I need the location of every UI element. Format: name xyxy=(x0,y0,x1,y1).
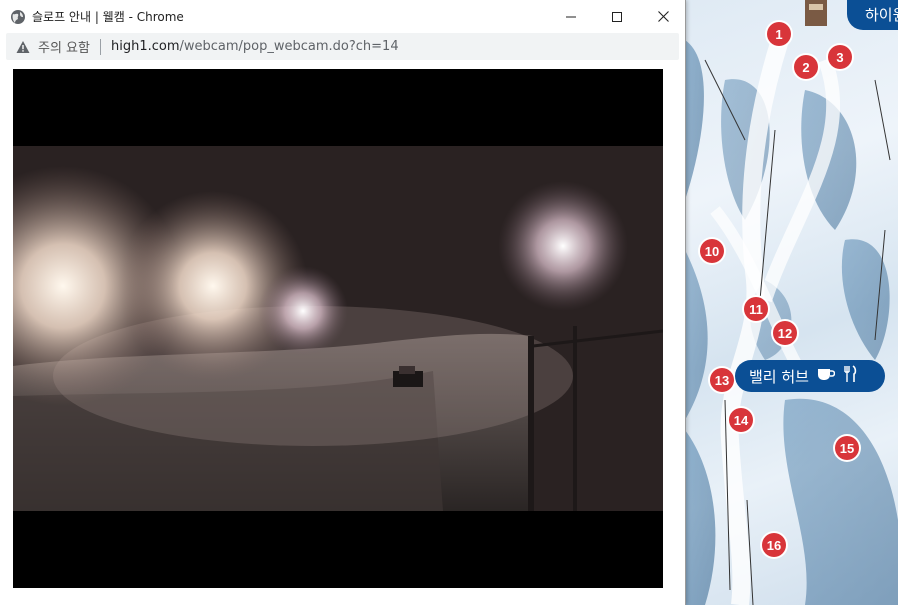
slope-pin-3[interactable]: 3 xyxy=(828,45,852,69)
security-status-label[interactable]: 주의 요함 xyxy=(38,37,90,56)
slope-pin-2[interactable]: 2 xyxy=(794,55,818,79)
webcam-snapshot-image xyxy=(13,146,663,511)
title-bar[interactable]: 슬로프 안내 | 웰캠 - Chrome xyxy=(0,0,685,33)
close-button[interactable] xyxy=(640,0,686,33)
slope-pin-14[interactable]: 14 xyxy=(729,408,753,432)
close-icon xyxy=(657,11,669,22)
slope-map: 1 2 3 10 11 12 13 14 15 16 xyxy=(685,0,898,605)
popup-window: 슬로프 안내 | 웰캠 - Chrome 주의 요함 high1.com/web… xyxy=(0,0,686,605)
slope-pin-15[interactable]: 15 xyxy=(835,436,859,460)
coffee-cup-icon xyxy=(817,367,836,385)
slope-pin-1[interactable]: 1 xyxy=(767,22,791,46)
slope-pin-11[interactable]: 11 xyxy=(744,297,768,321)
slope-pin-16[interactable]: 16 xyxy=(762,533,786,557)
maximize-icon xyxy=(612,11,622,22)
window-title: 슬로프 안내 | 웰캠 - Chrome xyxy=(32,10,184,24)
url-path[interactable]: /webcam/pop_webcam.do?ch=14 xyxy=(180,39,399,54)
valley-hub-label[interactable]: 밸리 허브 xyxy=(735,360,885,392)
warning-triangle-icon[interactable] xyxy=(16,40,30,54)
webcam-frame xyxy=(13,146,663,511)
slope-pin-10[interactable]: 10 xyxy=(700,239,724,263)
minimize-icon xyxy=(566,16,576,17)
globe-icon xyxy=(11,9,25,24)
slope-pin-12[interactable]: 12 xyxy=(773,321,797,345)
top-area-label[interactable]: 하이원 xyxy=(847,0,898,30)
top-area-label-text: 하이원 xyxy=(865,5,898,24)
map-terrain xyxy=(685,0,898,605)
address-bar[interactable]: 주의 요함 high1.com/webcam/pop_webcam.do?ch=… xyxy=(6,33,679,60)
webcam-player[interactable] xyxy=(13,69,663,588)
url-host[interactable]: high1.com xyxy=(111,39,180,54)
address-divider xyxy=(99,38,101,55)
maximize-button[interactable] xyxy=(594,0,640,33)
fork-knife-icon xyxy=(843,365,857,387)
page-content xyxy=(0,60,685,605)
valley-hub-label-text: 밸리 허브 xyxy=(749,367,809,386)
slope-pin-13[interactable]: 13 xyxy=(710,368,734,392)
minimize-button[interactable] xyxy=(548,0,594,33)
